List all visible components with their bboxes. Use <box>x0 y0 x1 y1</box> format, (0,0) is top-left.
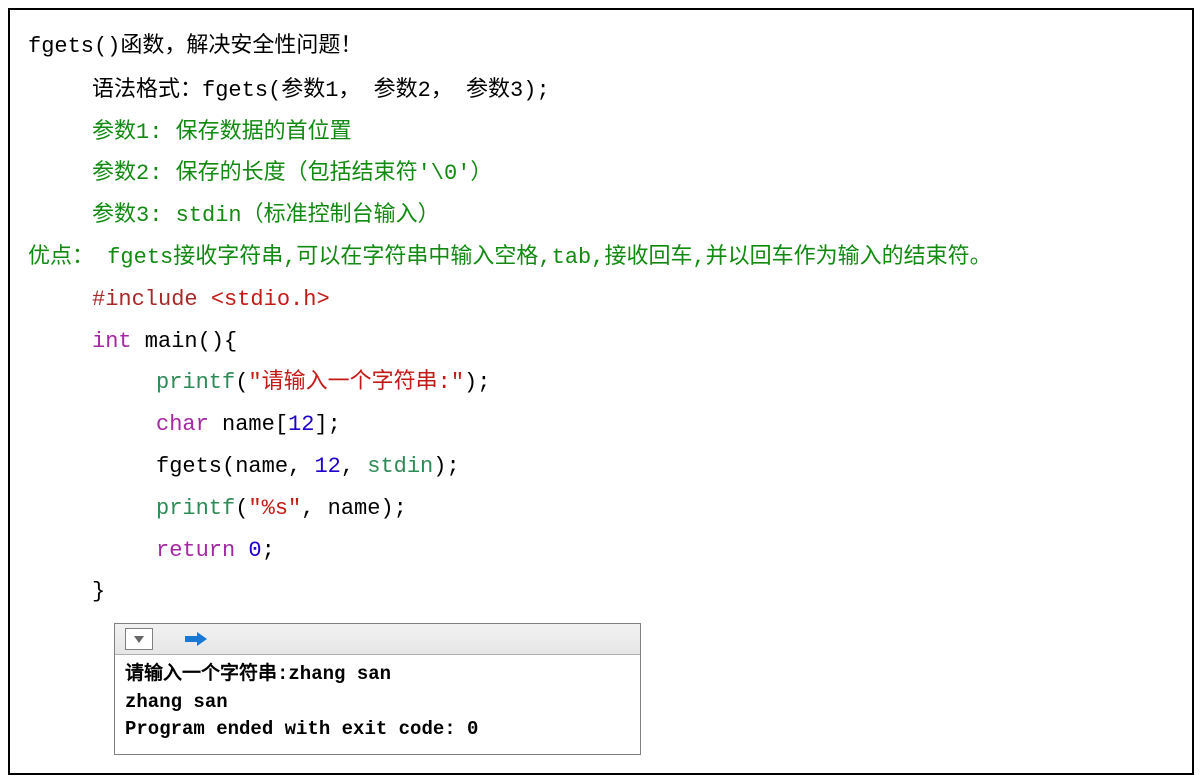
syntax-line: 语法格式：fgets(参数1， 参数2， 参数3); <box>28 68 1174 112</box>
code-line: printf("请输入一个字符串:"); <box>28 362 1174 404</box>
console-line: Program ended with exit code: 0 <box>125 716 630 744</box>
code-line: int main(){ <box>28 321 1174 363</box>
code-line: fgets(name, 12, stdin); <box>28 446 1174 488</box>
syntax-label: 语法格式： <box>92 76 202 101</box>
code-line: #include <stdio.h> <box>28 279 1174 321</box>
param-line: 参数2: 保存的长度（包括结束符'\0'） <box>28 153 1174 195</box>
advantage-text: fgets接收字符串,可以在字符串中输入空格,tab,接收回车,并以回车作为输入… <box>94 245 992 270</box>
title-text: 函数，解决安全性问题！ <box>120 32 362 57</box>
console-toolbar <box>115 624 640 655</box>
content-card: fgets()函数，解决安全性问题！ 语法格式：fgets(参数1， 参数2， … <box>8 8 1194 775</box>
code-line: } <box>28 571 1174 613</box>
console-dropdown-button[interactable] <box>125 628 153 650</box>
console-panel: 请输入一个字符串:zhang san zhang san Program end… <box>114 623 641 755</box>
continue-arrow-icon[interactable] <box>185 632 207 646</box>
console-output: 请输入一个字符串:zhang san zhang san Program end… <box>115 655 640 754</box>
param-line: 参数1: 保存数据的首位置 <box>28 112 1174 154</box>
advantage-line: 优点： fgets接收字符串,可以在字符串中输入空格,tab,接收回车,并以回车… <box>28 237 1174 279</box>
code-line: printf("%s", name); <box>28 488 1174 530</box>
code-line: char name[12]; <box>28 404 1174 446</box>
console-line: zhang san <box>125 689 630 717</box>
console-line: 请输入一个字符串:zhang san <box>125 661 630 689</box>
syntax-code: fgets(参数1， 参数2， 参数3); <box>202 78 550 103</box>
code-line: return 0; <box>28 530 1174 572</box>
title-line: fgets()函数，解决安全性问题！ <box>28 24 1174 68</box>
advantage-label: 优点： <box>28 245 94 270</box>
chevron-down-icon <box>133 634 145 644</box>
param-line: 参数3: stdin（标准控制台输入） <box>28 195 1174 237</box>
title-code: fgets() <box>28 34 120 59</box>
